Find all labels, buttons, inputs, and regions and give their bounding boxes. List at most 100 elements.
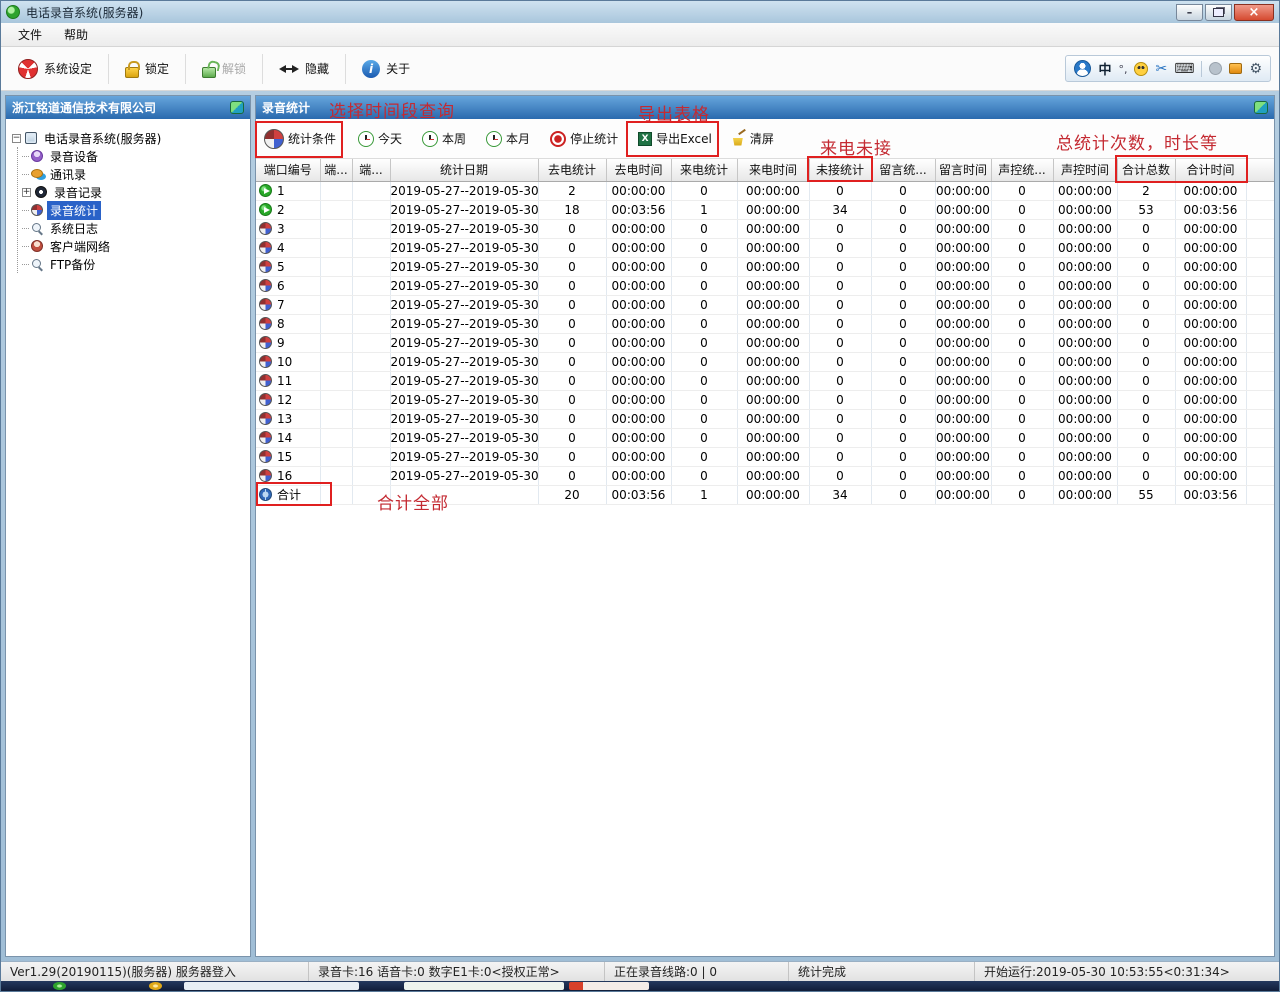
table-cell	[352, 238, 390, 257]
table-row[interactable]: 162019-05-27--2019-05-30000:00:00000:00:…	[256, 466, 1274, 485]
tree-item-system-log[interactable]: 系统日志	[22, 219, 246, 237]
taskbar-app-fragment[interactable]	[149, 982, 162, 990]
tree-item-label-selected[interactable]: 录音统计	[47, 201, 101, 220]
table-cell: 00:00:00	[1175, 390, 1246, 409]
ime-user-icon[interactable]	[1074, 60, 1091, 77]
table-row[interactable]: 92019-05-27--2019-05-30000:00:00000:00:0…	[256, 333, 1274, 352]
table-cell: 2019-05-27--2019-05-30	[390, 257, 538, 276]
table-cell: 0	[1117, 409, 1175, 428]
ime-emoji-icon[interactable]	[1134, 62, 1148, 76]
hide-button[interactable]: 隐藏	[270, 55, 338, 82]
column-header[interactable]: 未接统计	[809, 159, 871, 181]
title-bar[interactable]: 电话录音系统(服务器)	[1, 1, 1279, 23]
sidebar-header-icon[interactable]	[230, 101, 244, 114]
ime-scissors-icon[interactable]	[1155, 61, 1167, 77]
column-header[interactable]: 来电时间	[737, 159, 809, 181]
system-settings-button[interactable]: 系统设定	[9, 54, 101, 84]
table-row[interactable]: 42019-05-27--2019-05-30000:00:00000:00:0…	[256, 238, 1274, 257]
taskbar-app-fragment[interactable]	[53, 982, 66, 990]
taskbar-app-fragment[interactable]	[569, 982, 649, 990]
ime-profile-icon[interactable]	[1209, 62, 1222, 75]
column-header[interactable]: 去电时间	[606, 159, 671, 181]
collapse-expander-icon[interactable]	[12, 134, 21, 143]
table-cell: 00:00:00	[737, 200, 809, 219]
unlock-button[interactable]: 解锁	[193, 55, 255, 83]
ime-toolbox-icon[interactable]	[1229, 63, 1242, 74]
tree-item-label[interactable]: 录音记录	[51, 183, 105, 202]
table-row[interactable]: 22019-05-27--2019-05-301800:03:56100:00:…	[256, 200, 1274, 219]
table-cell: 0	[991, 238, 1053, 257]
panel-header-icon[interactable]	[1254, 101, 1268, 114]
column-header[interactable]: 留言统...	[871, 159, 935, 181]
port-number: 合计	[277, 488, 301, 502]
lock-button[interactable]: 锁定	[116, 55, 178, 83]
table-cell: 00:00:00	[606, 333, 671, 352]
column-header[interactable]: 合计总数	[1117, 159, 1175, 181]
tree-item-label[interactable]: 通讯录	[47, 165, 89, 184]
table-cell: 00:00:00	[1175, 219, 1246, 238]
ime-keyboard-icon[interactable]	[1174, 61, 1194, 77]
ime-language-indicator[interactable]: 中	[1098, 59, 1111, 78]
table-row[interactable]: 62019-05-27--2019-05-30000:00:00000:00:0…	[256, 276, 1274, 295]
tree-item-client-network[interactable]: 客户端网络	[22, 237, 246, 255]
this-month-button[interactable]: 本月	[480, 125, 536, 152]
table-row[interactable]: 12019-05-27--2019-05-30200:00:00000:00:0…	[256, 181, 1274, 200]
column-header[interactable]: 声控时间	[1053, 159, 1117, 181]
taskbar-app-fragment[interactable]	[184, 982, 359, 990]
maximize-button[interactable]	[1205, 4, 1232, 21]
tree-item-root[interactable]: 电话录音系统(服务器)	[12, 129, 246, 147]
table-row[interactable]: 142019-05-27--2019-05-30000:00:00000:00:…	[256, 428, 1274, 447]
stop-stats-button[interactable]: 停止统计	[544, 125, 624, 152]
clear-screen-button[interactable]: 清屏	[726, 125, 780, 152]
column-header[interactable]: 声控统...	[991, 159, 1053, 181]
table-row[interactable]: 52019-05-27--2019-05-30000:00:00000:00:0…	[256, 257, 1274, 276]
taskbar-app-fragment[interactable]	[404, 982, 564, 990]
port-number: 2	[277, 203, 285, 217]
pie-icon	[259, 374, 272, 387]
ime-punctuation-icon[interactable]	[1118, 62, 1127, 76]
column-header[interactable]: 统计日期	[390, 159, 538, 181]
column-header[interactable]: 合计时间	[1175, 159, 1246, 181]
stats-table-container[interactable]: 端口编号端...端...统计日期去电统计去电时间来电统计来电时间未接统计留言统.…	[256, 159, 1274, 956]
tree-item-contacts[interactable]: 通讯录	[22, 165, 246, 183]
today-button[interactable]: 今天	[352, 125, 408, 152]
tree-item-recording-records[interactable]: 录音记录	[22, 183, 246, 201]
ime-settings-gear-icon[interactable]	[1249, 61, 1262, 77]
table-row[interactable]: 82019-05-27--2019-05-30000:00:00000:00:0…	[256, 314, 1274, 333]
tree-item-ftp-backup[interactable]: FTP备份	[22, 255, 246, 273]
stats-condition-button[interactable]: 统计条件	[258, 124, 342, 154]
table-row[interactable]: 合计2000:03:56100:00:0034000:00:00000:00:0…	[256, 485, 1274, 504]
tree-item-recording-stats[interactable]: 录音统计	[22, 201, 246, 219]
table-row[interactable]: 152019-05-27--2019-05-30000:00:00000:00:…	[256, 447, 1274, 466]
column-header[interactable]: 来电统计	[671, 159, 737, 181]
about-button[interactable]: 关于	[353, 55, 419, 83]
column-header[interactable]: 留言时间	[935, 159, 991, 181]
tree-item-label[interactable]: FTP备份	[47, 255, 98, 274]
table-row[interactable]: 102019-05-27--2019-05-30000:00:00000:00:…	[256, 352, 1274, 371]
menu-file[interactable]: 文件	[7, 23, 53, 46]
table-row[interactable]: 32019-05-27--2019-05-30000:00:00000:00:0…	[256, 219, 1274, 238]
table-cell	[320, 447, 352, 466]
export-excel-button[interactable]: 导出Excel	[632, 125, 718, 152]
tree-item-label[interactable]: 系统日志	[47, 219, 101, 238]
table-row[interactable]: 122019-05-27--2019-05-30000:00:00000:00:…	[256, 390, 1274, 409]
table-row[interactable]: 72019-05-27--2019-05-30000:00:00000:00:0…	[256, 295, 1274, 314]
column-header[interactable]: 端...	[352, 159, 390, 181]
recording-device-icon	[31, 150, 43, 162]
close-button[interactable]	[1234, 4, 1274, 21]
menu-help[interactable]: 帮助	[53, 23, 99, 46]
table-cell: 合计	[256, 485, 320, 504]
table-row[interactable]: 112019-05-27--2019-05-30000:00:00000:00:…	[256, 371, 1274, 390]
column-header[interactable]: 去电统计	[538, 159, 606, 181]
table-row[interactable]: 132019-05-27--2019-05-30000:00:00000:00:…	[256, 409, 1274, 428]
column-header[interactable]: 端口编号	[256, 159, 320, 181]
minimize-button[interactable]	[1176, 4, 1203, 21]
tree-root-label[interactable]: 电话录音系统(服务器)	[41, 129, 164, 148]
record-icon	[35, 186, 47, 198]
this-week-button[interactable]: 本周	[416, 125, 472, 152]
expand-expander-icon[interactable]	[22, 188, 31, 197]
tree-item-label[interactable]: 录音设备	[47, 147, 101, 166]
column-header[interactable]: 端...	[320, 159, 352, 181]
tree-item-recording-device[interactable]: 录音设备	[22, 147, 246, 165]
tree-item-label[interactable]: 客户端网络	[47, 237, 113, 256]
